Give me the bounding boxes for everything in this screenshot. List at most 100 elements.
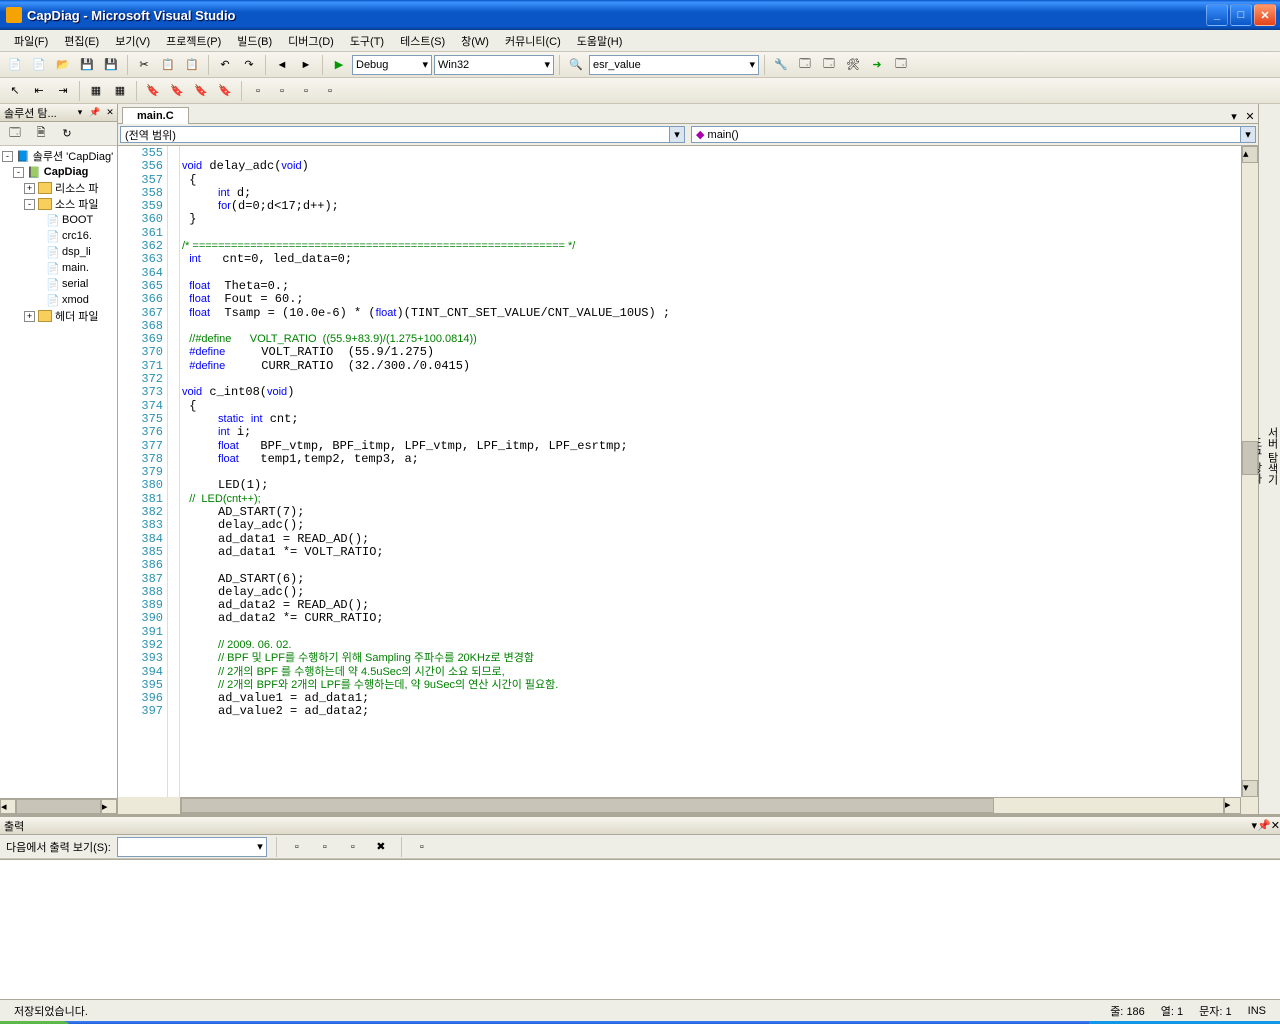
- menu-item[interactable]: 도구(T): [342, 31, 392, 51]
- output-tool2-icon[interactable]: ▫: [314, 836, 336, 858]
- tool-icon[interactable]: 🔧: [770, 54, 792, 76]
- menu-item[interactable]: 파일(F): [6, 31, 56, 51]
- tree-file-item[interactable]: 📄serial: [2, 276, 115, 292]
- cpp-file-icon: 📄: [46, 278, 59, 291]
- dropdown-icon[interactable]: ▾: [73, 106, 87, 120]
- tool5-icon[interactable]: ➜: [866, 54, 888, 76]
- pin-icon[interactable]: 📌: [1257, 819, 1271, 832]
- bookmark-next-icon[interactable]: 🔖: [190, 80, 212, 102]
- output-source-label: 다음에서 출력 보기(S):: [6, 839, 111, 855]
- text-editor-toolbar: ↖ ⇤ ⇥ ▦ ▦ 🔖 🔖 🔖 🔖 ▫ ▫ ▫ ▫: [0, 78, 1280, 104]
- refresh-icon[interactable]: ↻: [56, 123, 78, 145]
- save-all-icon[interactable]: 💾: [100, 54, 122, 76]
- tree-file-item[interactable]: 📄BOOT: [2, 212, 115, 228]
- copy-icon[interactable]: 📋: [157, 54, 179, 76]
- tool6-icon[interactable]: 🗔: [890, 54, 912, 76]
- solution-tree[interactable]: -📘 솔루션 'CapDiag' -📗 CapDiag +리소스 파 -소스 파…: [0, 146, 117, 798]
- nav-fwd-icon[interactable]: ►: [295, 54, 317, 76]
- cpp-file-icon: 📄: [46, 262, 59, 275]
- menu-item[interactable]: 보기(V): [107, 31, 158, 51]
- cut-icon[interactable]: ✂: [133, 54, 155, 76]
- find-combo[interactable]: esr_value▾: [589, 55, 759, 75]
- tab-close-icon[interactable]: ✕: [1242, 110, 1258, 123]
- comment-icon[interactable]: ▦: [85, 80, 107, 102]
- close-pane-icon[interactable]: ✕: [1271, 819, 1280, 832]
- undo-icon[interactable]: ↶: [214, 54, 236, 76]
- output-clear-icon[interactable]: ✖: [370, 836, 392, 858]
- line-number-gutter: 355 356 357 358 359 360 361 362 363 364 …: [118, 146, 168, 797]
- close-button[interactable]: ✕: [1254, 4, 1276, 26]
- misc2-icon[interactable]: ▫: [271, 80, 293, 102]
- output-title: 출력: [4, 818, 24, 834]
- config-dropdown[interactable]: Debug▾: [352, 55, 432, 75]
- menu-item[interactable]: 테스트(S): [392, 31, 453, 51]
- indent-right-icon[interactable]: ⇥: [52, 80, 74, 102]
- add-item-icon[interactable]: 📄: [28, 54, 50, 76]
- editor-area: main.C ▾ ✕ (전역 범위)▾ ◆ main()▾ 355 356 35…: [118, 104, 1258, 814]
- menu-item[interactable]: 프로젝트(P): [158, 31, 229, 51]
- misc3-icon[interactable]: ▫: [295, 80, 317, 102]
- menu-item[interactable]: 커뮤니티(C): [497, 31, 569, 51]
- member-dropdown[interactable]: ◆ main()▾: [691, 126, 1256, 143]
- menu-item[interactable]: 편집(E): [56, 31, 107, 51]
- new-project-icon[interactable]: 📄: [4, 54, 26, 76]
- menu-item[interactable]: 도움말(H): [569, 31, 631, 51]
- tree-file-item[interactable]: 📄crc16.: [2, 228, 115, 244]
- vertical-scrollbar[interactable]: ▴▾: [1241, 146, 1258, 797]
- right-dock-tabs[interactable]: 서버 탐색기 도구 상자: [1258, 104, 1280, 814]
- open-icon[interactable]: 📂: [52, 54, 74, 76]
- nav-back-icon[interactable]: ◄: [271, 54, 293, 76]
- solution-explorer-header[interactable]: 솔루션 탐... ▾ 📌 ✕: [0, 104, 117, 122]
- paste-icon[interactable]: 📋: [181, 54, 203, 76]
- menu-item[interactable]: 빌드(B): [229, 31, 280, 51]
- redo-icon[interactable]: ↷: [238, 54, 260, 76]
- solution-explorer-toolbar: 🗔 🗎 ↻: [0, 122, 117, 146]
- tree-file-item[interactable]: 📄dsp_li: [2, 244, 115, 260]
- misc4-icon[interactable]: ▫: [319, 80, 341, 102]
- output-text[interactable]: [0, 859, 1280, 999]
- tool3-icon[interactable]: 🗔: [818, 54, 840, 76]
- start-debug-icon[interactable]: ▶: [328, 54, 350, 76]
- tab-dropdown-icon[interactable]: ▾: [1226, 110, 1242, 123]
- status-message: 저장되었습니다.: [6, 1003, 96, 1019]
- folder-icon: [38, 198, 52, 210]
- indent-left-icon[interactable]: ⇤: [28, 80, 50, 102]
- minimize-button[interactable]: _: [1206, 4, 1228, 26]
- output-wrap-icon[interactable]: ▫: [411, 836, 433, 858]
- outline-margin[interactable]: [168, 146, 180, 797]
- bookmark-icon[interactable]: 🔖: [142, 80, 164, 102]
- maximize-button[interactable]: □: [1230, 4, 1252, 26]
- platform-dropdown[interactable]: Win32▾: [434, 55, 554, 75]
- output-tool1-icon[interactable]: ▫: [286, 836, 308, 858]
- close-pane-icon[interactable]: ✕: [103, 106, 117, 120]
- output-panel: 출력 ▾ 📌 ✕ 다음에서 출력 보기(S): ▾ ▫ ▫ ▫ ✖ ▫: [0, 814, 1280, 999]
- app-icon: [6, 7, 22, 23]
- output-tool3-icon[interactable]: ▫: [342, 836, 364, 858]
- code-editor[interactable]: void delay_adc(void) { int d; for(d=0;d<…: [180, 146, 1241, 797]
- uncomment-icon[interactable]: ▦: [109, 80, 131, 102]
- bookmark-prev-icon[interactable]: 🔖: [166, 80, 188, 102]
- show-all-icon[interactable]: 🗎: [30, 123, 52, 145]
- menu-item[interactable]: 디버그(D): [280, 31, 342, 51]
- find-icon[interactable]: 🔍: [565, 54, 587, 76]
- save-icon[interactable]: 💾: [76, 54, 98, 76]
- properties-icon[interactable]: 🗔: [4, 123, 26, 145]
- server-explorer-tab[interactable]: 서버 탐색기: [1264, 108, 1280, 804]
- tree-file-item[interactable]: 📄main.: [2, 260, 115, 276]
- cpp-file-icon: 📄: [46, 230, 59, 243]
- scope-dropdown[interactable]: (전역 범위)▾: [120, 126, 685, 143]
- file-tab[interactable]: main.C: [122, 107, 189, 124]
- horizontal-scrollbar[interactable]: ▸: [118, 797, 1258, 814]
- horizontal-scrollbar[interactable]: ◂ ▸: [0, 798, 117, 814]
- tree-file-item[interactable]: 📄xmod: [2, 292, 115, 308]
- tool2-icon[interactable]: 🗔: [794, 54, 816, 76]
- standard-toolbar: 📄 📄 📂 💾 💾 ✂ 📋 📋 ↶ ↷ ◄ ► ▶ Debug▾ Win32▾ …: [0, 52, 1280, 78]
- pin-icon[interactable]: 📌: [88, 106, 102, 120]
- tool4-icon[interactable]: 🛠: [842, 54, 864, 76]
- bookmark-clear-icon[interactable]: 🔖: [214, 80, 236, 102]
- window-titlebar: CapDiag - Microsoft Visual Studio _ □ ✕: [0, 0, 1280, 30]
- cursor-icon[interactable]: ↖: [4, 80, 26, 102]
- menu-item[interactable]: 창(W): [453, 31, 497, 51]
- output-source-dropdown[interactable]: ▾: [117, 837, 267, 857]
- misc1-icon[interactable]: ▫: [247, 80, 269, 102]
